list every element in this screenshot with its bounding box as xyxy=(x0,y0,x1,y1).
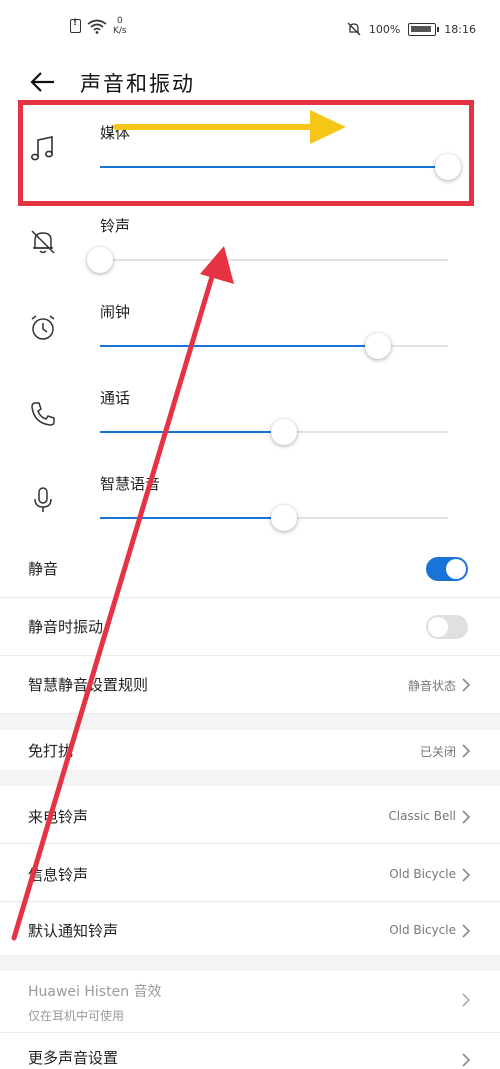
default-notification-value: Old Bicycle xyxy=(389,923,456,937)
do-not-disturb-row[interactable]: 免打扰 已关闭 xyxy=(0,718,500,776)
ringtone-row[interactable]: 来电铃声 Classic Bell xyxy=(0,786,500,844)
notification-tone-label: 信息铃声 xyxy=(28,866,89,884)
vibrate-on-mute-switch[interactable] xyxy=(426,615,468,639)
vibrate-on-mute-row[interactable]: 静音时振动 xyxy=(0,598,500,656)
voice-assistant-volume-label: 智慧语音 xyxy=(100,475,161,493)
vibrate-switch-knob xyxy=(428,617,448,637)
section-divider xyxy=(0,955,500,971)
do-not-disturb-label: 免打扰 xyxy=(28,742,74,760)
section-divider xyxy=(0,770,500,786)
chevron-right-icon xyxy=(462,1053,471,1067)
status-left: 0 K/s xyxy=(70,16,127,36)
sim-alert-icon xyxy=(70,18,81,33)
alarm-volume-label: 闹钟 xyxy=(100,303,131,321)
status-right: 100% 18:16 xyxy=(347,22,476,36)
bell-off-icon xyxy=(31,230,55,254)
alarm-clock-icon xyxy=(31,315,55,340)
more-sound-settings-label: 更多声音设置 xyxy=(28,1049,119,1067)
notification-tone-row[interactable]: 信息铃声 Old Bicycle xyxy=(0,844,500,902)
call-volume-thumb[interactable] xyxy=(271,419,298,445)
network-speed-unit: K/s xyxy=(113,26,127,36)
do-not-disturb-value: 已关闭 xyxy=(419,745,456,759)
highlight-box xyxy=(18,100,474,206)
voice-assistant-volume-row: 智慧语音 xyxy=(0,461,500,547)
microphone-icon xyxy=(34,487,52,512)
ringtone-volume-row: 铃声 xyxy=(0,203,500,289)
app-header: 声音和振动 xyxy=(0,60,500,104)
voice-assistant-volume-fill xyxy=(100,517,285,519)
status-bar: 0 K/s 100% 18:16 xyxy=(0,0,500,60)
mute-toggle-row[interactable]: 静音 xyxy=(0,540,500,598)
mute-schedule-label: 智慧静音设置规则 xyxy=(28,676,149,694)
more-sound-settings-row[interactable]: 更多声音设置 xyxy=(0,1033,500,1069)
chevron-right-icon xyxy=(462,993,471,1007)
call-volume-slider[interactable] xyxy=(100,419,448,445)
mute-bell-icon xyxy=(347,22,361,36)
histen-sublabel: 仅在耳机中可使用 xyxy=(28,1009,125,1023)
alarm-volume-row: 闹钟 xyxy=(0,289,500,375)
call-volume-label: 通话 xyxy=(100,389,131,407)
mute-schedule-value: 静音状态 xyxy=(407,679,456,693)
default-notification-row[interactable]: 默认通知铃声 Old Bicycle xyxy=(0,902,500,960)
ringtone-value: Classic Bell xyxy=(388,809,456,823)
histen-label: Huawei Histen 音效 xyxy=(28,984,162,1000)
call-volume-fill xyxy=(100,431,285,433)
mute-switch[interactable] xyxy=(426,557,468,581)
alarm-volume-fill xyxy=(100,345,379,347)
chevron-right-icon xyxy=(462,744,471,758)
page-title: 声音和振动 xyxy=(80,72,195,96)
battery-icon xyxy=(408,22,440,36)
phone-icon xyxy=(31,402,55,426)
chevron-right-icon xyxy=(462,678,471,692)
chevron-right-icon xyxy=(462,868,471,882)
mute-label: 静音 xyxy=(28,560,59,578)
voice-assistant-volume-thumb[interactable] xyxy=(271,505,298,531)
clock: 18:16 xyxy=(444,22,476,36)
vibrate-on-mute-label: 静音时振动 xyxy=(28,618,104,636)
ringtone-volume-thumb[interactable] xyxy=(87,247,113,273)
ringtone-label: 来电铃声 xyxy=(28,808,89,826)
network-speed-value: 0 xyxy=(116,16,123,26)
alarm-volume-thumb[interactable] xyxy=(365,333,392,359)
notification-tone-value: Old Bicycle xyxy=(389,867,456,881)
call-volume-row: 通话 xyxy=(0,375,500,461)
wifi-icon xyxy=(87,19,107,34)
chevron-right-icon xyxy=(462,810,471,824)
mute-switch-knob xyxy=(446,559,466,579)
voice-assistant-volume-slider[interactable] xyxy=(100,505,448,531)
chevron-right-icon xyxy=(462,924,471,938)
network-speed: 0 K/s xyxy=(113,16,127,36)
back-arrow-icon[interactable] xyxy=(28,66,60,98)
default-notification-label: 默认通知铃声 xyxy=(28,922,119,940)
alarm-volume-slider[interactable] xyxy=(100,333,448,359)
mute-schedule-row[interactable]: 智慧静音设置规则 静音状态 xyxy=(0,656,500,714)
ringtone-volume-slider[interactable] xyxy=(87,247,448,273)
histen-row[interactable]: Huawei Histen 音效 仅在耳机中可使用 xyxy=(0,971,500,1033)
ringtone-volume-label: 铃声 xyxy=(100,217,131,235)
battery-percent: 100% xyxy=(368,22,401,36)
